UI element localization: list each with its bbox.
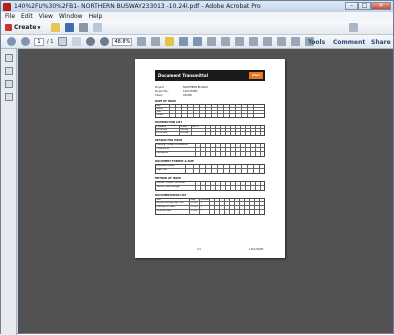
page-footer-ref: 140/U30/B1: [249, 248, 264, 251]
meta-client: Client: ODOMI: [155, 94, 192, 97]
distribution-table: CompanyPersonNo. of Copies For RecordFil…: [155, 125, 265, 136]
menu-edit[interactable]: Edit: [21, 13, 33, 20]
minimize-button[interactable]: –: [345, 2, 358, 10]
print-icon[interactable]: [78, 23, 88, 32]
section-documentation-list: DOCUMENTATION LIST: [155, 194, 187, 197]
page-total: / 1: [47, 38, 54, 45]
navigation-pane: [1, 49, 17, 335]
next-page-icon[interactable]: [21, 37, 30, 46]
page-thumbnails-icon[interactable]: [5, 54, 13, 62]
menu-help[interactable]: Help: [89, 13, 103, 20]
company-logo: Xtev: [249, 72, 263, 79]
meta-project-no: Project No: 140/U30/B1: [155, 90, 198, 93]
section-distribution-list: DISTRIBUTION LIST: [155, 121, 183, 124]
section-date-of-issue: DATE OF ISSUE: [155, 100, 176, 103]
maximize-button[interactable]: □: [358, 2, 371, 10]
attachments-icon[interactable]: [5, 80, 13, 88]
menu-file[interactable]: File: [5, 13, 15, 20]
page-number-input[interactable]: 1: [34, 37, 44, 46]
zoom-in-icon[interactable]: [100, 37, 110, 46]
save-icon[interactable]: [64, 23, 74, 32]
section-document-format: DOCUMENT FORMAT & SIZE: [155, 160, 194, 163]
document-viewer[interactable]: Document Transmittal Xtev Project: NORTHE…: [18, 49, 393, 333]
title-bar: 140%2FU%30%2FB1- NORTHERN BUSWAY233013 -…: [1, 1, 393, 12]
transmittal-header: Document Transmittal Xtev: [155, 70, 265, 81]
section-reason-for-issue: REASON FOR ISSUE: [155, 139, 183, 142]
page-tools-icon[interactable]: [207, 37, 217, 46]
method-table: Internal / Courier / Electronic Transfer…: [155, 181, 265, 191]
camera-icon[interactable]: [277, 37, 287, 46]
zoom-out-icon[interactable]: [86, 37, 96, 46]
navigation-toolbar: 1 / 1 48.8% Tools Comment Share: [1, 35, 393, 49]
create-label: Create: [14, 24, 37, 31]
section-method-of-issue: METHOD OF ISSUE: [155, 177, 181, 180]
transmittal-title: Document Transmittal: [158, 73, 208, 78]
expand-icon[interactable]: [348, 23, 358, 32]
select-hand-icon[interactable]: [58, 37, 68, 46]
main-toolbar: Create ▼: [1, 21, 393, 35]
create-button[interactable]: Create ▼: [5, 24, 41, 31]
comment-tab[interactable]: Comment: [333, 39, 365, 46]
chevron-down-icon: ▼: [37, 25, 41, 30]
fit-width-icon[interactable]: [151, 37, 161, 46]
extract-icon[interactable]: [263, 37, 273, 46]
tools-tab[interactable]: Tools: [308, 39, 325, 46]
meta-project: Project: NORTHERN BUSWAY: [155, 86, 209, 89]
hand-tool-icon[interactable]: [72, 37, 82, 46]
reason-table: Planning / Design Development Constructi…: [155, 143, 265, 157]
signatures-icon[interactable]: [5, 93, 13, 101]
share-tab[interactable]: Share: [371, 39, 391, 46]
documentation-table: TitleDwg. No.Revision Northern Busway Mg…: [155, 198, 265, 215]
pdf-page: Document Transmittal Xtev Project: NORTHE…: [135, 59, 285, 258]
create-icon: [5, 24, 12, 31]
sign-icon[interactable]: [193, 37, 203, 46]
rotate-icon[interactable]: [221, 37, 231, 46]
delete-page-icon[interactable]: [249, 37, 259, 46]
document-icon[interactable]: [291, 37, 301, 46]
format-table: Document Format Paper Size: [155, 164, 265, 174]
zoom-input[interactable]: 48.8%: [112, 37, 133, 46]
comment-bubble-icon[interactable]: [165, 37, 175, 46]
acrobat-window: 140%2FU%30%2FB1- NORTHERN BUSWAY233013 -…: [0, 0, 394, 335]
open-folder-icon[interactable]: [50, 23, 60, 32]
menu-view[interactable]: View: [39, 13, 53, 20]
acrobat-app-icon: [3, 2, 11, 11]
page-footer-number: 1/1: [197, 248, 202, 251]
date-table: Day Month Year Initials: [155, 104, 265, 118]
email-icon[interactable]: [92, 23, 102, 32]
window-controls: – □ ✕: [345, 2, 391, 11]
window-title: 140%2FU%30%2FB1- NORTHERN BUSWAY233013 -…: [14, 3, 261, 10]
menu-bar: File Edit View Window Help: [1, 12, 393, 21]
close-button[interactable]: ✕: [371, 2, 391, 10]
fit-page-icon[interactable]: [137, 37, 147, 46]
previous-page-icon[interactable]: [7, 37, 16, 46]
menu-window[interactable]: Window: [59, 13, 83, 20]
bookmarks-icon[interactable]: [5, 67, 13, 75]
crop-icon[interactable]: [235, 37, 245, 46]
highlight-icon[interactable]: [179, 37, 189, 46]
